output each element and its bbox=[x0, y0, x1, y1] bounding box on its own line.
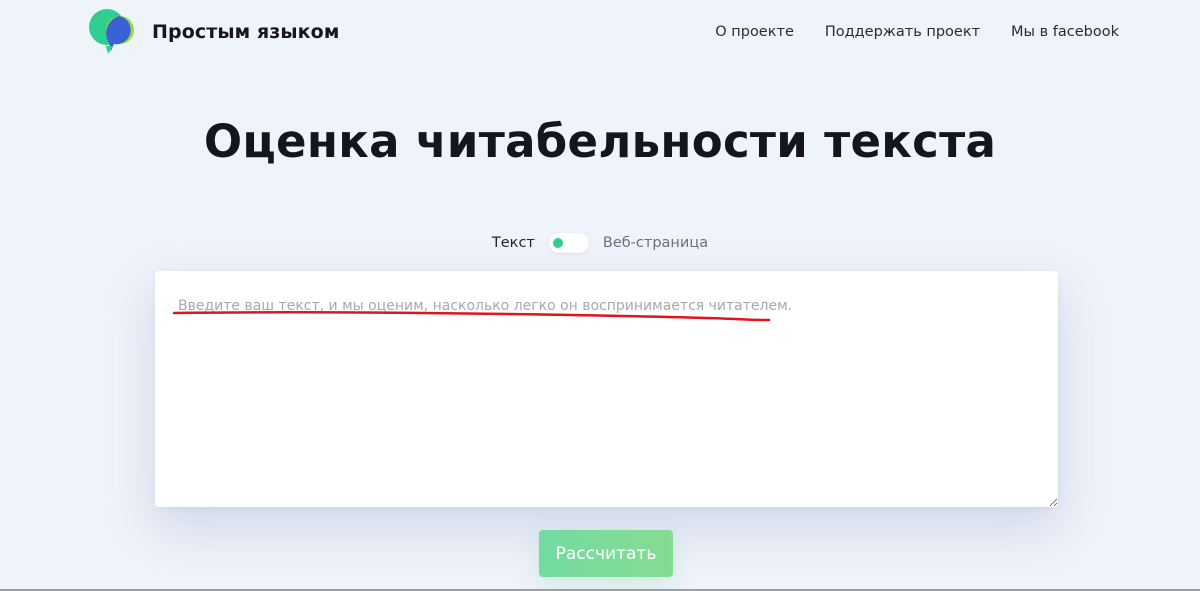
nav-link-support[interactable]: Поддержать проект bbox=[825, 24, 980, 40]
calculate-button[interactable]: Рассчитать bbox=[539, 530, 673, 577]
nav-link-facebook[interactable]: Мы в facebook bbox=[1011, 24, 1119, 40]
mode-label-webpage[interactable]: Веб-страница bbox=[603, 235, 708, 251]
main-nav: О проекте Поддержать проект Мы в faceboo… bbox=[715, 24, 1119, 40]
toggle-knob bbox=[552, 238, 563, 248]
nav-link-about[interactable]: О проекте bbox=[715, 24, 794, 40]
mode-label-text[interactable]: Текст bbox=[492, 235, 535, 251]
text-input-card bbox=[155, 271, 1058, 507]
mode-toggle[interactable] bbox=[548, 233, 589, 253]
brand-link[interactable]: Простым языком bbox=[86, 8, 339, 56]
brand-name: Простым языком bbox=[152, 21, 340, 43]
site-header: Простым языком О проекте Поддержать прое… bbox=[0, 0, 1200, 66]
speech-bubbles-logo-icon bbox=[89, 9, 134, 54]
page-title: Оценка читабельности текста bbox=[203, 115, 997, 168]
mode-switch: Текст Веб-страница bbox=[0, 231, 1200, 255]
text-input[interactable] bbox=[155, 271, 1058, 507]
